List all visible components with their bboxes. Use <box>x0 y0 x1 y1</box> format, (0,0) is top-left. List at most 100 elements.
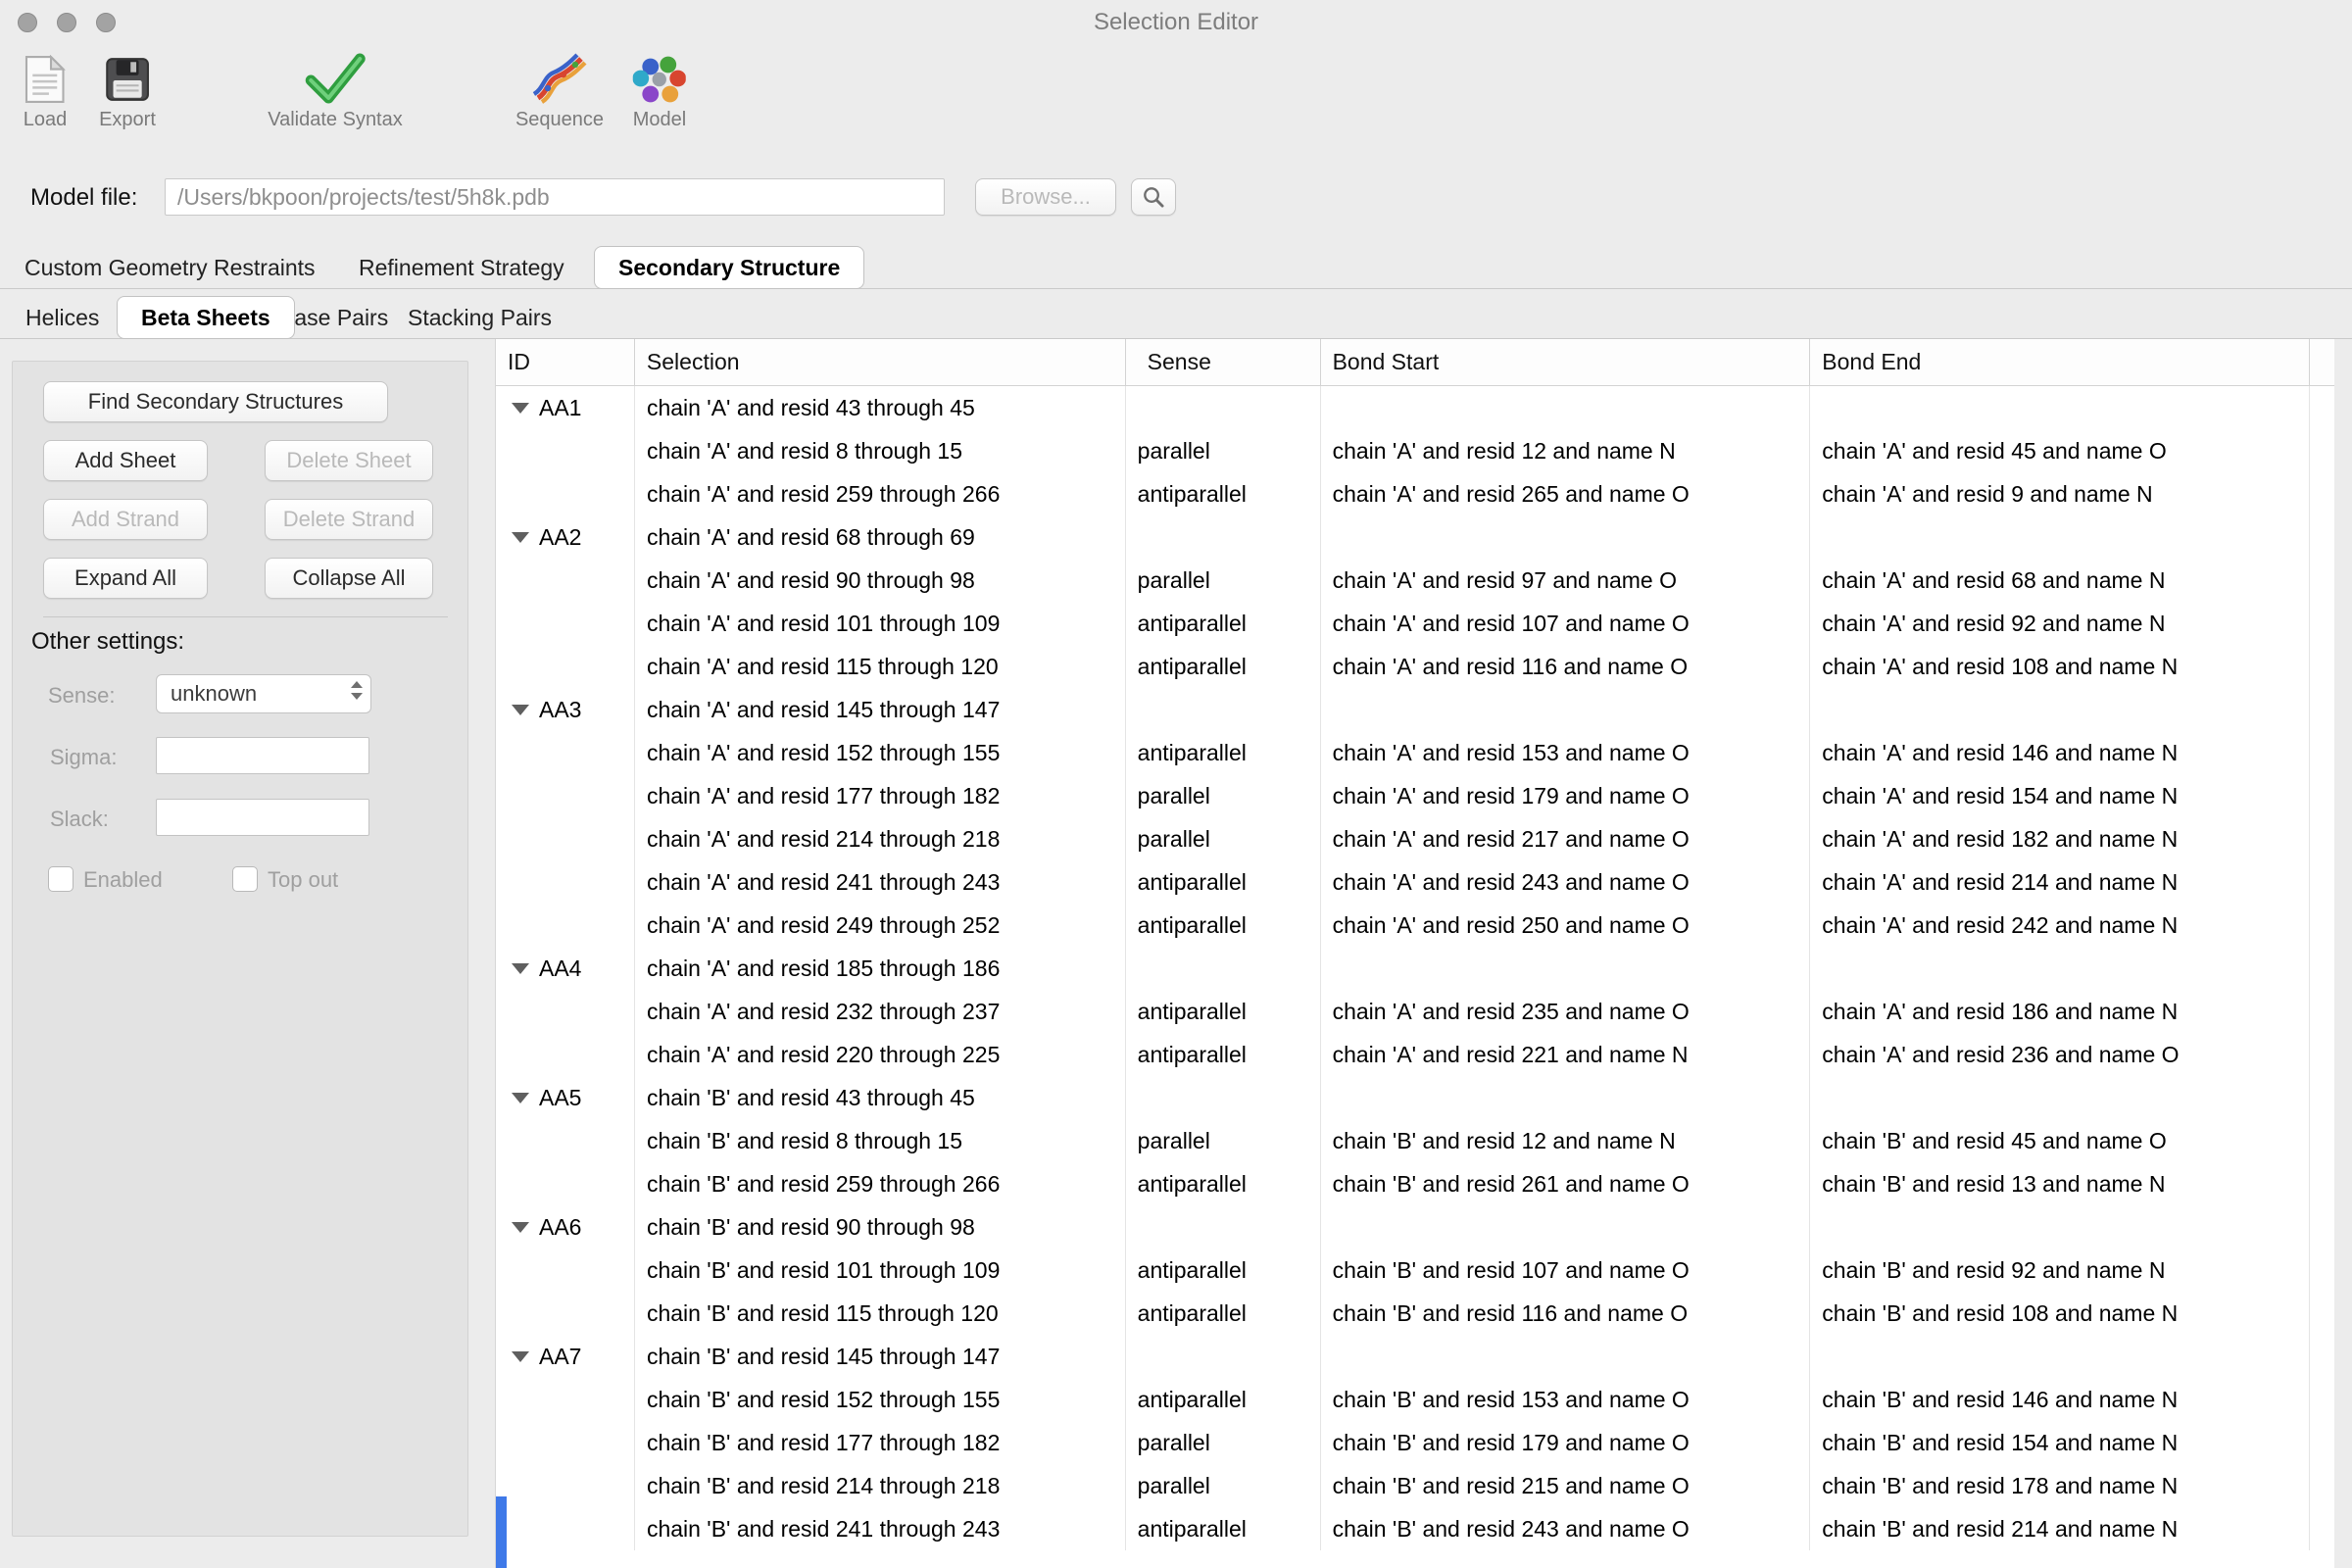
id-cell <box>496 429 635 472</box>
bond-end-cell <box>1810 1205 2310 1249</box>
table-row[interactable]: chain 'A' and resid 101 through 109antip… <box>496 602 2334 645</box>
sense-cell: parallel <box>1126 774 1321 817</box>
column-header-spacer <box>2310 339 2334 385</box>
bond-start-cell: chain 'A' and resid 97 and name O <box>1321 559 1811 602</box>
id-cell <box>496 731 635 774</box>
table-row[interactable]: chain 'A' and resid 8 through 15parallel… <box>496 429 2334 472</box>
column-header-id[interactable]: ID <box>496 339 635 385</box>
table-row[interactable]: chain 'B' and resid 177 through 182paral… <box>496 1421 2334 1464</box>
toolbar-item-load[interactable]: Load <box>24 47 68 131</box>
disclosure-triangle-icon[interactable] <box>512 1222 529 1233</box>
row-spacer <box>2310 1507 2334 1550</box>
table-row[interactable]: chain 'A' and resid 90 through 98paralle… <box>496 559 2334 602</box>
selection-cell: chain 'B' and resid 259 through 266 <box>635 1162 1126 1205</box>
table-row[interactable]: AA3chain 'A' and resid 145 through 147 <box>496 688 2334 731</box>
row-spacer <box>2310 559 2334 602</box>
column-header-bond-start[interactable]: Bond Start <box>1321 339 1811 385</box>
bond-end-cell: chain 'B' and resid 214 and name N <box>1810 1507 2310 1550</box>
selection-cell: chain 'B' and resid 145 through 147 <box>635 1335 1126 1378</box>
table-row[interactable]: chain 'A' and resid 220 through 225antip… <box>496 1033 2334 1076</box>
table-row[interactable]: AA1chain 'A' and resid 43 through 45 <box>496 386 2334 429</box>
table-row[interactable]: chain 'B' and resid 8 through 15parallel… <box>496 1119 2334 1162</box>
table-row[interactable]: chain 'B' and resid 241 through 243antip… <box>496 1507 2334 1550</box>
row-spacer <box>2310 1421 2334 1464</box>
sense-cell: antiparallel <box>1126 645 1321 688</box>
browse-button: Browse... <box>975 178 1116 216</box>
id-cell: AA6 <box>496 1205 635 1249</box>
tab-secondary-structure[interactable]: Secondary Structure <box>594 246 864 289</box>
table-row[interactable]: chain 'A' and resid 241 through 243antip… <box>496 860 2334 904</box>
disclosure-triangle-icon[interactable] <box>512 1351 529 1362</box>
disclosure-triangle-icon[interactable] <box>512 532 529 543</box>
table-row[interactable]: chain 'A' and resid 177 through 182paral… <box>496 774 2334 817</box>
bond-start-cell: chain 'B' and resid 261 and name O <box>1321 1162 1811 1205</box>
disclosure-triangle-icon[interactable] <box>512 963 529 974</box>
table-row[interactable]: chain 'B' and resid 214 through 218paral… <box>496 1464 2334 1507</box>
sense-cell: antiparallel <box>1126 1378 1321 1421</box>
find-secondary-structures-button[interactable]: Find Secondary Structures <box>43 381 388 422</box>
id-cell <box>496 1507 635 1550</box>
table-row[interactable]: AA5chain 'B' and resid 43 through 45 <box>496 1076 2334 1119</box>
table-row[interactable]: chain 'A' and resid 259 through 266antip… <box>496 472 2334 515</box>
toolbar-item-sequence[interactable]: Sequence <box>515 47 604 131</box>
tab-custom-geometry-restraints[interactable]: Custom Geometry Restraints <box>24 247 316 288</box>
table-row[interactable]: chain 'B' and resid 101 through 109antip… <box>496 1249 2334 1292</box>
bond-start-cell: chain 'A' and resid 107 and name O <box>1321 602 1811 645</box>
tab-stacking-pairs[interactable]: Stacking Pairs <box>408 297 552 338</box>
toolbar-item-validate-syntax[interactable]: Validate Syntax <box>268 47 403 131</box>
toolbar-item-model[interactable]: Model <box>633 47 686 131</box>
sense-cell: parallel <box>1126 1464 1321 1507</box>
row-spacer <box>2310 731 2334 774</box>
sense-cell: antiparallel <box>1126 602 1321 645</box>
toolbar-item-export[interactable]: Export <box>99 47 156 131</box>
table-row[interactable]: chain 'B' and resid 115 through 120antip… <box>496 1292 2334 1335</box>
tab-refinement-strategy[interactable]: Refinement Strategy <box>359 247 564 288</box>
column-header-selection[interactable]: Selection <box>635 339 1126 385</box>
table-row[interactable]: AA7chain 'B' and resid 145 through 147 <box>496 1335 2334 1378</box>
disclosure-triangle-icon[interactable] <box>512 403 529 414</box>
table-row[interactable]: chain 'A' and resid 232 through 237antip… <box>496 990 2334 1033</box>
table-row[interactable]: chain 'B' and resid 259 through 266antip… <box>496 1162 2334 1205</box>
add-sheet-button[interactable]: Add Sheet <box>43 440 208 481</box>
search-button[interactable] <box>1131 178 1176 216</box>
table-row[interactable]: chain 'A' and resid 214 through 218paral… <box>496 817 2334 860</box>
bond-start-cell: chain 'A' and resid 116 and name O <box>1321 645 1811 688</box>
collapse-all-button[interactable]: Collapse All <box>265 558 433 599</box>
table-row[interactable]: chain 'B' and resid 152 through 155antip… <box>496 1378 2334 1421</box>
tab-base-pairs[interactable]: Base Pairs <box>279 297 388 338</box>
tab-helices[interactable]: Helices <box>25 297 99 338</box>
row-spacer <box>2310 817 2334 860</box>
search-icon <box>1141 184 1166 210</box>
table-row[interactable]: AA4chain 'A' and resid 185 through 186 <box>496 947 2334 990</box>
row-spacer <box>2310 602 2334 645</box>
table-row[interactable]: AA6chain 'B' and resid 90 through 98 <box>496 1205 2334 1249</box>
table-row[interactable]: AA2chain 'A' and resid 68 through 69 <box>496 515 2334 559</box>
disclosure-triangle-icon[interactable] <box>512 1093 529 1103</box>
row-spacer <box>2310 1335 2334 1378</box>
table-row[interactable]: chain 'A' and resid 115 through 120antip… <box>496 645 2334 688</box>
toolbar-label-export: Export <box>99 109 156 131</box>
column-header-bond-end[interactable]: Bond End <box>1810 339 2310 385</box>
column-header-sense[interactable]: Sense <box>1126 339 1321 385</box>
sense-cell: parallel <box>1126 429 1321 472</box>
model-file-input[interactable] <box>165 178 945 216</box>
disclosure-triangle-icon[interactable] <box>512 705 529 715</box>
row-spacer <box>2310 1162 2334 1205</box>
sheet-id: AA1 <box>539 386 581 429</box>
sense-cell: antiparallel <box>1126 1162 1321 1205</box>
export-disk-icon <box>99 47 156 104</box>
expand-all-button[interactable]: Expand All <box>43 558 208 599</box>
id-cell: AA4 <box>496 947 635 990</box>
id-cell <box>496 990 635 1033</box>
bond-start-cell: chain 'A' and resid 235 and name O <box>1321 990 1811 1033</box>
sense-cell <box>1126 1335 1321 1378</box>
table-row[interactable]: chain 'A' and resid 152 through 155antip… <box>496 731 2334 774</box>
titlebar: Selection Editor <box>0 0 2352 45</box>
sheet-id: AA3 <box>539 688 581 731</box>
toolbar-label-load: Load <box>24 109 68 131</box>
chevron-up-down-icon <box>351 681 363 700</box>
sense-cell: antiparallel <box>1126 990 1321 1033</box>
bond-start-cell: chain 'A' and resid 243 and name O <box>1321 860 1811 904</box>
table-row[interactable]: chain 'A' and resid 249 through 252antip… <box>496 904 2334 947</box>
tab-beta-sheets[interactable]: Beta Sheets <box>117 296 295 339</box>
